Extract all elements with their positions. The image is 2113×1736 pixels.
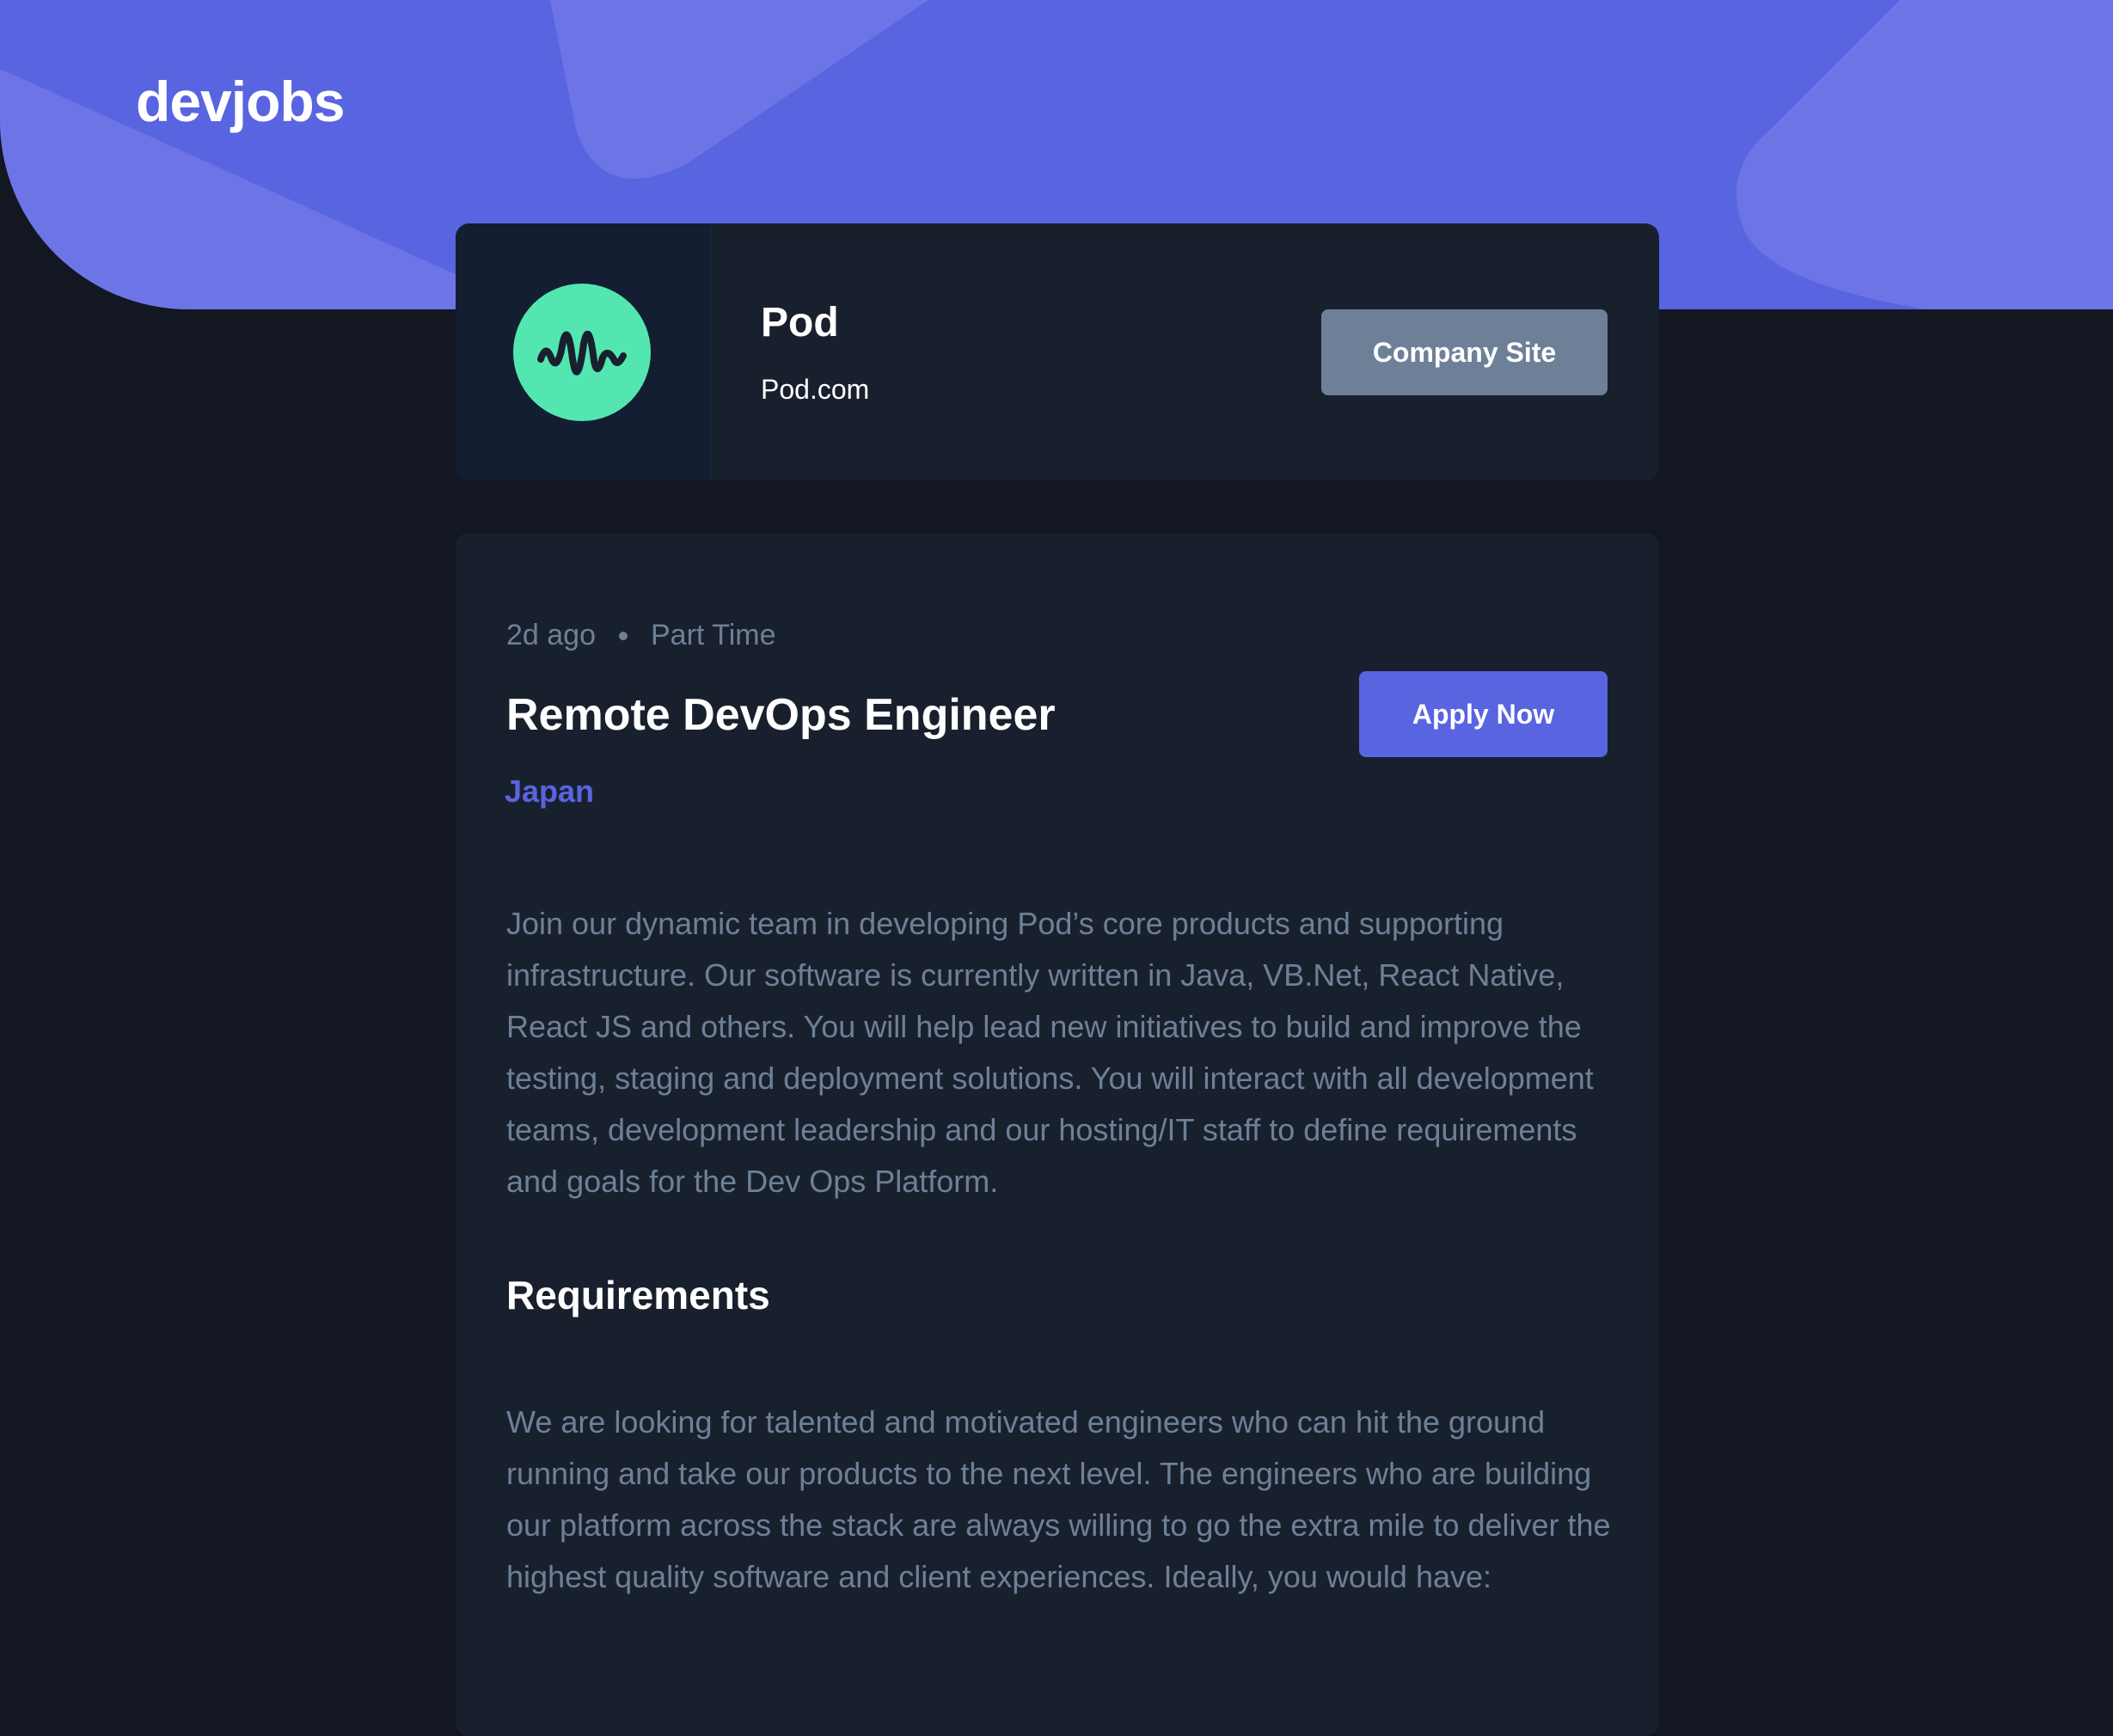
contract-type: Part Time xyxy=(651,619,776,651)
posted-time: 2d ago xyxy=(506,619,596,651)
job-location: Japan xyxy=(505,773,595,809)
waveform-icon xyxy=(537,330,627,376)
job-details-card: 2d ago Part Time Remote DevOps Engineer … xyxy=(456,533,1659,1736)
company-logo xyxy=(513,284,651,421)
apply-now-button[interactable]: Apply Now xyxy=(1359,671,1608,757)
company-url: Pod.com xyxy=(761,374,870,405)
company-site-button[interactable]: Company Site xyxy=(1321,309,1608,395)
job-description: Join our dynamic team in developing Pod’… xyxy=(506,906,1594,1199)
separator-dot-icon xyxy=(619,631,628,640)
job-title: Remote DevOps Engineer xyxy=(506,690,1056,740)
job-meta: 2d ago Part Time xyxy=(506,619,775,652)
requirements-heading: Requirements xyxy=(506,1273,770,1317)
company-card: Pod Pod.com Company Site xyxy=(456,223,1659,480)
company-name: Pod xyxy=(761,300,839,345)
devjobs-logo[interactable]: devjobs xyxy=(136,69,345,134)
requirements-text: We are looking for talented and motivate… xyxy=(506,1404,1611,1594)
company-logo-panel xyxy=(456,223,711,480)
